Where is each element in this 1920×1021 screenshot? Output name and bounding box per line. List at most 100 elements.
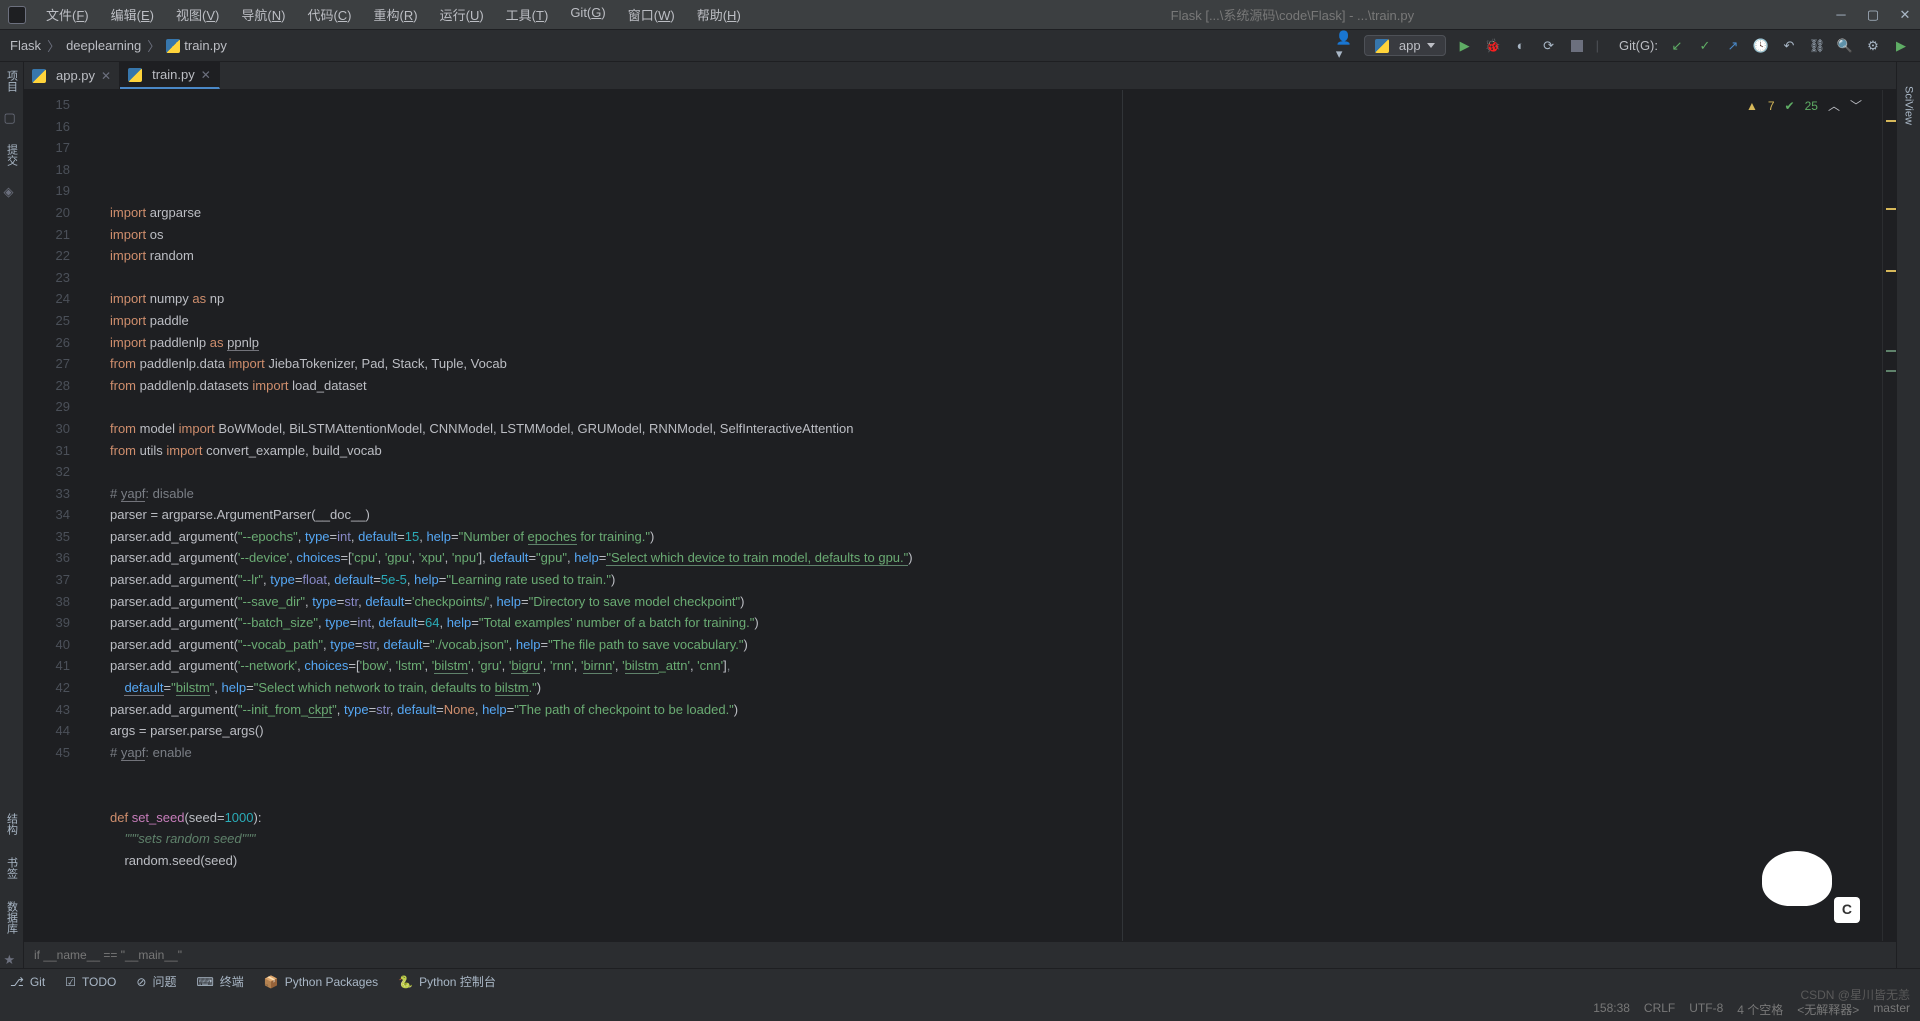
code-line[interactable]: parser.add_argument("--vocab_path", type… [84,634,1882,656]
code-line[interactable]: from model import BoWModel, BiLSTMAttent… [84,418,1882,440]
toolwindow-git[interactable]: ⎇Git [10,975,45,989]
code-line[interactable]: parser.add_argument('--network', choices… [84,655,1882,677]
code-line[interactable]: parser.add_argument("--init_from_ckpt", … [84,699,1882,721]
code-content[interactable]: ▲7 ✔25 ︿ ﹀ C import argparseimport osimp… [84,90,1882,941]
close-tab-icon[interactable]: ✕ [101,69,111,83]
context-breadcrumb[interactable]: if __name__ == "__main__" [24,941,1896,968]
code-line[interactable]: from paddlenlp.datasets import load_data… [84,375,1882,397]
code-line[interactable]: from utils import convert_example, build… [84,440,1882,462]
sidebar-commit[interactable]: 提交 [2,140,22,170]
menu-文件[interactable]: 文件(F) [36,3,99,26]
chevron-down-icon [1427,43,1435,48]
sidebar-bookmarks[interactable]: 书签 [2,853,22,883]
close-icon[interactable]: ✕ [1898,7,1912,23]
maximize-icon[interactable]: ▢ [1866,7,1880,23]
code-line[interactable]: from paddlenlp.data import JiebaTokenize… [84,353,1882,375]
settings-icon[interactable]: ⚙ [1864,37,1882,55]
commit-icon[interactable]: ✓ [1696,37,1714,55]
code-with-me-icon[interactable]: ⛓ [1808,37,1826,55]
caret-position[interactable]: 158:38 [1593,1001,1630,1018]
line-separator[interactable]: CRLF [1644,1001,1675,1018]
code-line[interactable]: parser.add_argument('--device', choices=… [84,547,1882,569]
menu-代码[interactable]: 代码(C) [297,3,361,26]
profile-icon[interactable]: ⟳ [1540,37,1558,55]
code-line[interactable]: import os [84,224,1882,246]
indent-setting[interactable]: 4 个空格 [1737,1001,1783,1018]
folder-icon[interactable]: ▢ [4,110,20,126]
menu-窗口[interactable]: 窗口(W) [618,3,685,26]
code-line[interactable]: parser.add_argument("--epochs", type=int… [84,526,1882,548]
run-icon[interactable]: ▶ [1456,37,1474,55]
star-icon[interactable]: ★ [4,952,20,968]
code-line[interactable]: parser = argparse.ArgumentParser(__doc__… [84,504,1882,526]
breadcrumb-file[interactable]: train.py [166,38,227,54]
close-tab-icon[interactable]: ✕ [201,68,211,82]
editor-tab-train.py[interactable]: train.py✕ [120,62,220,89]
code-line[interactable] [84,267,1882,289]
menu-帮助[interactable]: 帮助(H) [687,3,751,26]
editor-scroll-map[interactable] [1882,90,1896,941]
sidebar-database[interactable]: 数据库 [2,897,22,938]
commit-dot-icon[interactable]: ◈ [4,184,20,200]
run-config-selector[interactable]: app [1364,35,1446,56]
code-line[interactable]: import random [84,245,1882,267]
toolwindow-终端[interactable]: ⌨终端 [196,973,243,990]
chevron-down-icon[interactable]: ﹀ [1850,96,1862,118]
interpreter[interactable]: <无解释器> [1797,1001,1859,1018]
code-line[interactable]: # yapf: enable [84,742,1882,764]
file-encoding[interactable]: UTF-8 [1689,1001,1723,1018]
code-line[interactable]: import paddlenlp as ppnlp [84,332,1882,354]
breadcrumb-root[interactable]: Flask [10,38,41,53]
code-line[interactable]: import argparse [84,202,1882,224]
menu-编辑[interactable]: 编辑(E) [101,3,164,26]
code-line[interactable] [84,396,1882,418]
push-icon[interactable]: ↗ [1724,37,1742,55]
menu-重构[interactable]: 重构(R) [364,3,428,26]
stop-icon[interactable] [1568,37,1586,55]
chevron-up-icon[interactable]: ︿ [1828,96,1840,118]
user-icon[interactable]: 👤▾ [1336,37,1354,55]
mascot-widget[interactable]: C [1742,833,1852,923]
git-branch[interactable]: master [1873,1001,1910,1018]
menu-Git[interactable]: Git(G) [560,3,615,26]
history-icon[interactable]: 🕓 [1752,37,1770,55]
code-line[interactable]: def set_seed(seed=1000): [84,807,1882,829]
toolwindow-todo[interactable]: ☑TODO [65,975,116,989]
toolwindow-python-控制台[interactable]: 🐍Python 控制台 [398,973,496,990]
python-icon [32,69,46,83]
minimize-icon[interactable]: ─ [1834,7,1848,23]
rollback-icon[interactable]: ↶ [1780,37,1798,55]
code-line[interactable] [84,763,1882,785]
code-line[interactable]: parser.add_argument("--batch_size", type… [84,612,1882,634]
code-line[interactable]: default="bilstm", help="Select which net… [84,677,1882,699]
app-icon[interactable] [8,6,26,24]
coverage-icon[interactable]: ◐ [1512,37,1530,55]
sidebar-project[interactable]: 项目 [2,66,22,96]
code-line[interactable]: parser.add_argument("--save_dir", type=s… [84,591,1882,613]
code-line[interactable]: # yapf: disable [84,483,1882,505]
editor-tab-app.py[interactable]: app.py✕ [24,62,120,89]
code-line[interactable]: random.seed(seed) [84,850,1882,872]
code-line[interactable]: args = parser.parse_args() [84,720,1882,742]
code-line[interactable] [84,461,1882,483]
code-line[interactable]: """sets random seed""" [84,828,1882,850]
code-line[interactable]: parser.add_argument("--lr", type=float, … [84,569,1882,591]
menu-工具[interactable]: 工具(T) [496,3,559,26]
debug-icon[interactable]: 🐞 [1484,37,1502,55]
code-line[interactable] [84,785,1882,807]
code-editor[interactable]: 1516171819202122232425262728293031323334… [24,90,1896,941]
menu-运行[interactable]: 运行(U) [430,3,494,26]
menu-视图[interactable]: 视图(V) [166,3,229,26]
code-line[interactable]: import numpy as np [84,288,1882,310]
sidebar-structure[interactable]: 结构 [2,809,22,839]
breadcrumb-folder[interactable]: deeplearning [66,38,141,53]
update-icon[interactable]: ↙ [1668,37,1686,55]
sidebar-sciview[interactable]: SciView [1901,82,1917,129]
execute-icon[interactable]: ▶ [1892,37,1910,55]
toolwindow-问题[interactable]: ⊘问题 [136,973,176,990]
code-line[interactable]: import paddle [84,310,1882,332]
search-icon[interactable]: 🔍 [1836,37,1854,55]
inspection-widget[interactable]: ▲7 ✔25 ︿ ﹀ [1746,96,1862,118]
toolwindow-python-packages[interactable]: 📦Python Packages [264,975,378,989]
menu-导航[interactable]: 导航(N) [231,3,295,26]
